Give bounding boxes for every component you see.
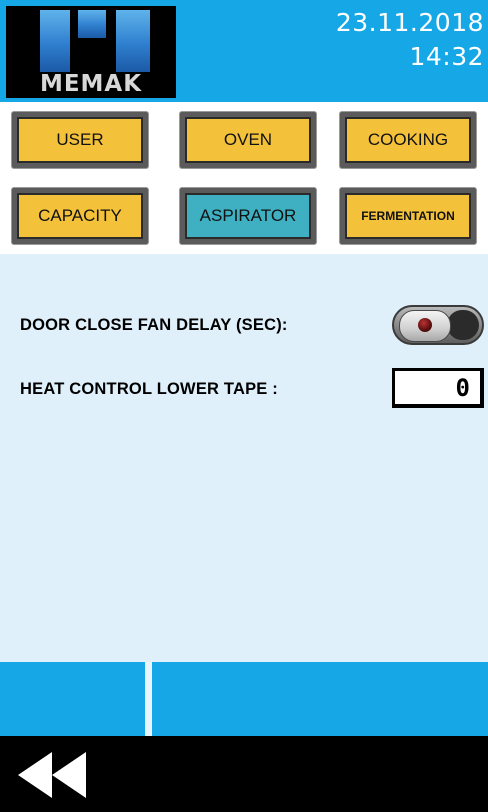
bottom-right-button[interactable] bbox=[152, 662, 488, 736]
settings-panel: DOOR CLOSE FAN DELAY (SEC): HEAT CONTROL… bbox=[0, 254, 488, 662]
rewind-icon bbox=[18, 752, 86, 798]
logo-bar-left bbox=[40, 10, 70, 72]
footer-bar bbox=[0, 736, 488, 812]
bottom-bar-divider bbox=[145, 662, 152, 736]
header-bar: MEMAK 23.11.2018 14:32 bbox=[0, 0, 488, 102]
toggle-indicator-icon bbox=[418, 318, 432, 332]
date-time-display: 23.11.2018 14:32 bbox=[336, 6, 484, 74]
bottom-left-button[interactable] bbox=[0, 662, 145, 736]
time-display: 14:32 bbox=[409, 42, 484, 71]
door-fan-delay-toggle[interactable] bbox=[392, 305, 484, 345]
tab-aspirator[interactable]: ASPIRATOR bbox=[180, 188, 316, 244]
date-display: 23.11.2018 bbox=[335, 8, 484, 37]
heat-control-label: HEAT CONTROL LOWER TAPE : bbox=[20, 380, 278, 398]
tab-fermentation[interactable]: FERMENTATION bbox=[340, 188, 476, 244]
logo-bar-middle bbox=[78, 10, 106, 38]
door-fan-delay-label: DOOR CLOSE FAN DELAY (SEC): bbox=[20, 316, 288, 334]
tab-capacity[interactable]: CAPACITY bbox=[12, 188, 148, 244]
tab-user[interactable]: USER bbox=[12, 112, 148, 168]
toggle-knob bbox=[399, 310, 451, 342]
memak-logo: MEMAK bbox=[6, 6, 176, 98]
logo-text: MEMAK bbox=[39, 71, 143, 97]
tab-oven[interactable]: OVEN bbox=[180, 112, 316, 168]
heat-control-input[interactable]: 0 bbox=[392, 368, 484, 408]
tab-menu: USER OVEN COOKING CAPACITY ASPIRATOR FER… bbox=[0, 102, 488, 254]
logo-bar-right bbox=[116, 10, 150, 72]
tab-cooking[interactable]: COOKING bbox=[340, 112, 476, 168]
toggle-track bbox=[447, 310, 479, 340]
bottom-action-bar bbox=[0, 662, 488, 736]
back-button[interactable] bbox=[18, 752, 88, 798]
